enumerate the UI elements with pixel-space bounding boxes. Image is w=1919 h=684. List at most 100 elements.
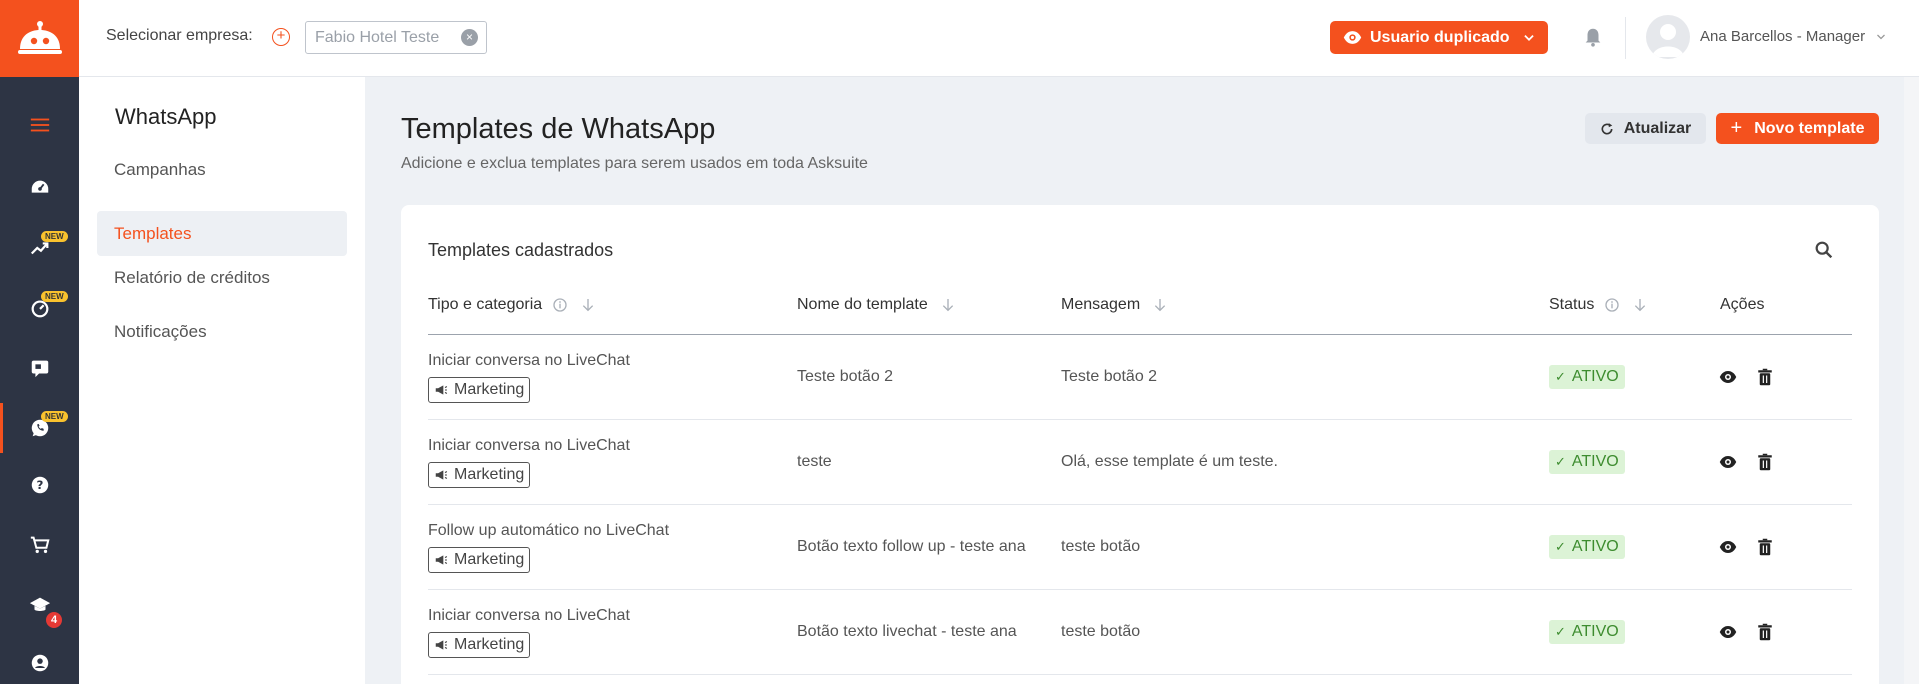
template-message: teste botão (1061, 623, 1141, 640)
refresh-button[interactable]: Atualizar (1585, 113, 1706, 144)
column-header-category[interactable]: Tipo e categoria (428, 296, 596, 314)
rail-item-store[interactable] (0, 520, 79, 570)
info-icon[interactable] (1604, 297, 1620, 313)
template-message: Olá, esse template é um teste. (1061, 453, 1278, 470)
column-header-label: Tipo e categoria (428, 296, 543, 313)
eye-icon[interactable] (1719, 368, 1737, 386)
rail-menu-toggle[interactable] (0, 100, 79, 150)
menu-icon (30, 118, 49, 132)
column-header-label: Status (1549, 296, 1595, 313)
eye-icon[interactable] (1719, 623, 1737, 641)
help-icon: ? (31, 476, 48, 494)
check-icon: ✓ (1555, 369, 1566, 384)
sort-arrow-icon[interactable] (940, 297, 956, 313)
svg-text:?: ? (36, 478, 43, 492)
category-tag: Marketing (428, 547, 531, 573)
template-name: Teste botão 2 (797, 368, 894, 385)
column-header-actions: Ações (1720, 296, 1764, 314)
subnav-item-notificacoes[interactable]: Notificações (97, 309, 347, 354)
top-bar: Selecionar empresa: + × Usuario duplicad… (79, 0, 1919, 77)
status-badge: ✓ ATIVO (1549, 535, 1625, 559)
rail-item-dashboard[interactable] (0, 163, 79, 213)
rail-item-chat[interactable] (0, 343, 79, 393)
column-header-label: Nome do template (797, 296, 928, 313)
avatar[interactable] (1646, 15, 1690, 59)
subnav-item-relatorio-creditos[interactable]: Relatório de créditos (97, 255, 347, 300)
template-type: Iniciar conversa no LiveChat (428, 352, 630, 369)
status-badge: ✓ ATIVO (1549, 365, 1625, 389)
category-tag: Marketing (428, 377, 531, 403)
page-scrollbar[interactable] (1904, 77, 1919, 684)
template-type: Follow up automático no LiveChat (428, 522, 670, 539)
eye-icon[interactable] (1719, 453, 1737, 471)
template-name: teste (797, 453, 832, 470)
clear-company-icon[interactable]: × (461, 29, 478, 46)
rail-item-whatsapp[interactable]: NEW (0, 403, 79, 453)
page-title: Templates de WhatsApp (401, 113, 716, 145)
rail-item-academy[interactable]: 4 (0, 580, 79, 630)
new-template-label: Novo template (1754, 119, 1865, 137)
check-icon: ✓ (1555, 624, 1566, 639)
subnav-item-campanhas[interactable]: Campanhas (97, 147, 347, 192)
bell-icon[interactable] (1582, 25, 1604, 49)
template-name: Botão texto follow up - teste ana (797, 538, 1026, 555)
category-tag: Marketing (428, 462, 531, 488)
chat-icon (31, 360, 48, 378)
rail-item-help[interactable]: ? (0, 460, 79, 510)
add-company-icon[interactable]: + (272, 28, 290, 46)
left-rail: NEW NEW NEW ? 4 (0, 0, 79, 684)
company-label: Selecionar empresa: (106, 27, 253, 44)
column-header-message[interactable]: Mensagem (1061, 296, 1168, 314)
chevron-down-icon[interactable] (1875, 31, 1887, 43)
templates-card: Templates cadastrados Tipo e categoria N… (401, 205, 1879, 684)
bot-logo-icon (17, 20, 62, 54)
whatsapp-subnav: WhatsApp Campanhas Templates Relatório d… (79, 77, 365, 684)
dashboard-icon (31, 180, 48, 193)
template-message: Teste botão 2 (1061, 368, 1158, 385)
new-template-button[interactable]: + Novo template (1716, 113, 1879, 144)
duplicate-user-button[interactable]: Usuario duplicado (1330, 21, 1548, 54)
status-label: ATIVO (1571, 538, 1619, 555)
company-select[interactable]: × (305, 21, 487, 54)
info-icon[interactable] (552, 297, 568, 313)
column-header-status[interactable]: Status (1549, 296, 1648, 314)
trash-icon[interactable] (1757, 453, 1773, 471)
new-badge: NEW (41, 411, 68, 422)
eye-icon[interactable] (1719, 538, 1737, 556)
check-icon: ✓ (1555, 539, 1566, 554)
avatar-placeholder-icon (1652, 24, 1684, 57)
table-row: Iniciar conversa no LiveChat Marketing T… (428, 335, 1852, 420)
cart-icon (30, 536, 50, 554)
eye-icon (1343, 31, 1362, 44)
table-row: Follow up automático no LiveChat Marketi… (428, 505, 1852, 590)
rail-item-analytics[interactable]: NEW (0, 223, 79, 273)
megaphone-icon (435, 385, 448, 395)
user-icon (31, 654, 48, 672)
card-title: Templates cadastrados (428, 240, 614, 260)
sort-arrow-icon[interactable] (580, 297, 596, 313)
category-tag: Marketing (428, 632, 531, 658)
trash-icon[interactable] (1757, 538, 1773, 556)
template-message: teste botão (1061, 538, 1141, 555)
column-header-label: Ações (1720, 296, 1765, 313)
search-icon[interactable] (1813, 239, 1835, 261)
refresh-label: Atualizar (1623, 119, 1692, 137)
column-header-name[interactable]: Nome do template (797, 296, 956, 314)
trash-icon[interactable] (1757, 368, 1773, 386)
sort-arrow-icon[interactable] (1152, 297, 1168, 313)
page-subtitle: Adicione e exclua templates para serem u… (401, 155, 868, 172)
duplicate-user-label: Usuario duplicado (1370, 28, 1510, 46)
user-name[interactable]: Ana Barcellos - Manager (1700, 28, 1865, 45)
table-row: Iniciar conversa no LiveChat Marketing B… (428, 590, 1852, 675)
company-input[interactable] (306, 22, 446, 53)
megaphone-icon (435, 555, 448, 565)
asksuite-logo[interactable] (0, 0, 79, 77)
rail-item-performance[interactable]: NEW (0, 283, 79, 333)
status-badge: ✓ ATIVO (1549, 620, 1625, 644)
rail-item-profile[interactable] (0, 638, 79, 684)
sort-arrow-icon[interactable] (1632, 297, 1648, 313)
divider (1625, 17, 1626, 59)
trash-icon[interactable] (1757, 623, 1773, 641)
category-label: Marketing (454, 381, 525, 398)
subnav-item-templates[interactable]: Templates (97, 211, 347, 256)
